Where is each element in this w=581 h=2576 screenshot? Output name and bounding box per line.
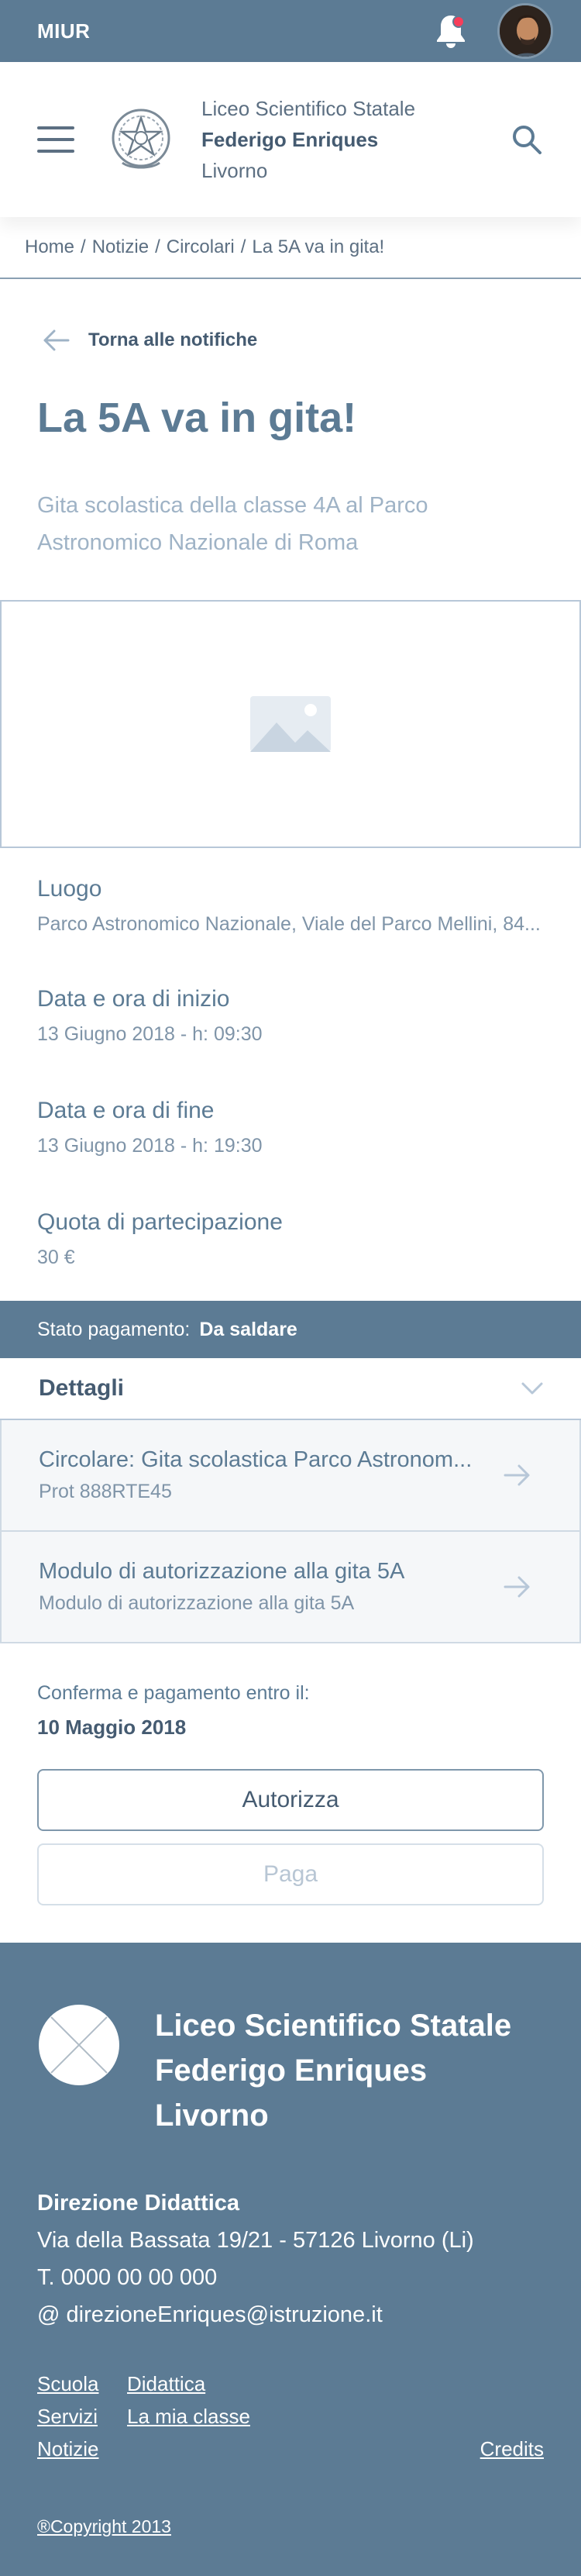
pay-button[interactable]: Paga xyxy=(37,1843,544,1905)
authorize-button[interactable]: Autorizza xyxy=(37,1769,544,1831)
hamburger-icon[interactable] xyxy=(37,126,74,153)
info-fee: Quota di partecipazione 30 € xyxy=(37,1180,544,1291)
logo-placeholder-icon xyxy=(39,2005,119,2085)
document-item[interactable]: Modulo di autorizzazione alla gita 5A Mo… xyxy=(0,1532,581,1643)
info-value: 13 Giugno 2018 - h: 09:30 xyxy=(37,1023,263,1045)
copyright: ®Copyright 2013 xyxy=(37,2516,544,2537)
site-footer: Liceo Scientifico Statale Federigo Enriq… xyxy=(0,1943,581,2576)
school-name[interactable]: Liceo Scientifico Statale Federigo Enriq… xyxy=(201,93,510,186)
payment-status-value: Da saldare xyxy=(199,1318,297,1340)
info-label: Quota di partecipazione xyxy=(37,1209,283,1235)
footer-link-servizi[interactable]: Servizi xyxy=(37,2403,127,2429)
contact-heading: Direzione Didattica xyxy=(37,2191,240,2216)
footer-school-name: Liceo Scientifico Statale Federigo Enriq… xyxy=(155,2003,511,2138)
user-avatar-image xyxy=(500,5,551,57)
top-bar: MIUR xyxy=(0,0,581,62)
details-label: Dettagli xyxy=(39,1375,125,1401)
info-value: Parco Astronomico Nazionale, Viale del P… xyxy=(37,913,541,935)
footer-link-credits[interactable]: Credits xyxy=(480,2436,544,2462)
contact-address: Via della Bassata 19/21 - 57126 Livorno … xyxy=(37,2228,474,2253)
image-icon xyxy=(250,696,331,752)
breadcrumb-current: La 5A va in gita! xyxy=(252,236,385,257)
chevron-down-icon xyxy=(521,1382,543,1395)
info-location: Luogo Parco Astronomico Nazionale, Viale… xyxy=(37,848,544,957)
footer-name-line-1: Liceo Scientifico Statale xyxy=(155,2009,512,2043)
contact-email: @ direzioneEnriques@istruzione.it xyxy=(37,2302,383,2327)
top-bar-actions xyxy=(429,3,553,59)
back-link[interactable]: Torna alle notifiche xyxy=(0,279,581,364)
deadline-date: 10 Maggio 2018 xyxy=(37,1716,187,1739)
breadcrumb: Home / Notizie / Circolari / La 5A va in… xyxy=(0,217,581,279)
footer-links: Scuola Didattica Servizi La mia classe N… xyxy=(37,2371,544,2462)
document-subtitle: Modulo di autorizzazione alla gita 5A xyxy=(39,1592,355,1614)
contact-phone: T. 0000 00 00 000 xyxy=(37,2265,218,2290)
footer-name-line-3: Livorno xyxy=(155,2098,269,2133)
event-info: Luogo Parco Astronomico Nazionale, Viale… xyxy=(0,848,581,1291)
arrow-right-icon xyxy=(504,1464,530,1486)
info-label: Data e ora di inizio xyxy=(37,986,230,1012)
school-line-3: Livorno xyxy=(201,159,268,182)
notification-dot xyxy=(452,16,465,28)
footer-contact: Direzione Didattica Via della Bassata 19… xyxy=(37,2185,544,2333)
arrow-left-icon xyxy=(43,329,70,351)
footer-link-classe[interactable]: La mia classe xyxy=(127,2403,480,2429)
arrow-right-icon xyxy=(504,1576,530,1598)
search-icon[interactable] xyxy=(510,122,544,157)
info-value: 30 € xyxy=(37,1247,75,1268)
breadcrumb-notizie[interactable]: Notizie xyxy=(92,236,149,258)
info-label: Data e ora di fine xyxy=(37,1098,215,1123)
school-line-2: Federigo Enriques xyxy=(201,128,379,151)
info-end: Data e ora di fine 13 Giugno 2018 - h: 1… xyxy=(37,1068,544,1180)
miur-brand[interactable]: MIUR xyxy=(37,19,90,43)
document-item[interactable]: Circolare: Gita scolastica Parco Astrono… xyxy=(0,1420,581,1532)
avatar[interactable] xyxy=(497,3,553,59)
footer-link-scuola[interactable]: Scuola xyxy=(37,2371,127,2397)
page-subtitle: Gita scolastica della classe 4A al Parco… xyxy=(37,493,428,555)
footer-brand: Liceo Scientifico Statale Federigo Enriq… xyxy=(37,2003,544,2138)
site-header: Liceo Scientifico Statale Federigo Enriq… xyxy=(0,62,581,217)
details-toggle[interactable]: Dettagli xyxy=(0,1358,581,1420)
notifications-button[interactable] xyxy=(429,9,473,53)
breadcrumb-home[interactable]: Home xyxy=(25,236,74,258)
document-title: Circolare: Gita scolastica Parco Astrono… xyxy=(39,1447,473,1472)
breadcrumb-circolari[interactable]: Circolari xyxy=(167,236,235,258)
document-title: Modulo di autorizzazione alla gita 5A xyxy=(39,1559,405,1584)
italian-republic-emblem-icon xyxy=(112,109,170,169)
image-placeholder xyxy=(0,600,581,848)
deadline-label: Conferma e pagamento entro il: xyxy=(37,1682,310,1704)
copyright-link[interactable]: ®Copyright 2013 xyxy=(37,2516,171,2536)
info-value: 13 Giugno 2018 - h: 19:30 xyxy=(37,1135,263,1157)
back-link-label: Torna alle notifiche xyxy=(88,329,258,350)
deadline: Conferma e pagamento entro il: 10 Maggio… xyxy=(0,1643,581,1740)
info-start: Data e ora di inizio 13 Giugno 2018 - h:… xyxy=(37,957,544,1068)
info-label: Luogo xyxy=(37,876,102,902)
school-line-1: Liceo Scientifico Statale xyxy=(201,97,416,120)
footer-link-didattica[interactable]: Didattica xyxy=(127,2371,480,2397)
page-title: La 5A va in gita! xyxy=(37,395,357,441)
payment-status-label: Stato pagamento: xyxy=(37,1318,191,1340)
payment-status-bar: Stato pagamento: Da saldare xyxy=(0,1301,581,1358)
document-subtitle: Prot 888RTE45 xyxy=(39,1481,172,1502)
footer-name-line-2: Federigo Enriques xyxy=(155,2054,428,2088)
footer-link-notizie[interactable]: Notizie xyxy=(37,2436,127,2462)
